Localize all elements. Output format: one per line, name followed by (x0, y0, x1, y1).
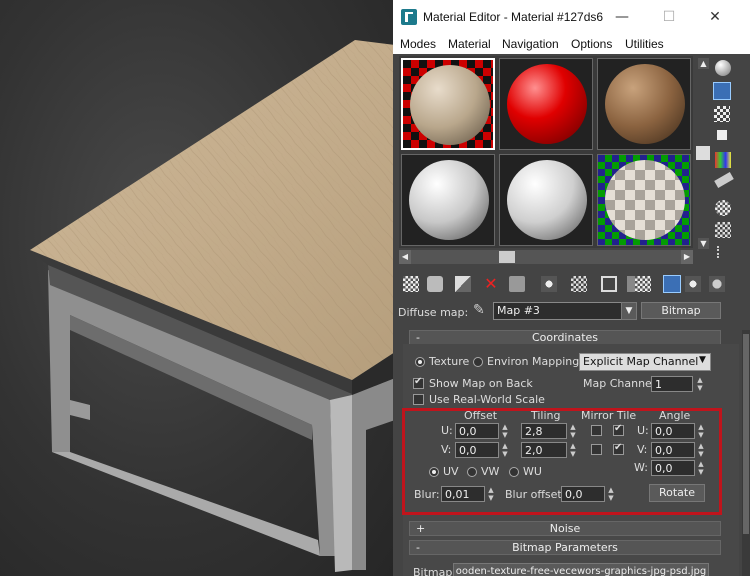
menu-options[interactable]: Options (571, 37, 612, 51)
map-name-dropdown[interactable]: ▼ (621, 302, 637, 320)
scroll-up-icon[interactable]: ▲ (698, 58, 709, 69)
bitmap-parameters-rollout-header[interactable]: - Bitmap Parameters (409, 540, 721, 555)
maximize-button[interactable]: ☐ (647, 4, 691, 30)
menu-bar: Modes Material Navigation Options Utilit… (393, 34, 750, 54)
map-channel-field[interactable]: 1 (651, 376, 693, 392)
mapping-select[interactable]: Explicit Map Channel (579, 353, 711, 371)
material-id-channel-icon[interactable] (571, 276, 587, 292)
scroll-right-icon[interactable]: ▶ (681, 250, 693, 264)
texture-label: Texture (429, 355, 470, 368)
side-toolbar: ▼ ▲ (695, 56, 750, 271)
sample-uv-icon[interactable] (717, 130, 727, 140)
menu-material[interactable]: Material (448, 37, 491, 51)
title-bar[interactable]: Material Editor - Material #127ds6 — ☐ ✕ (393, 0, 750, 34)
scroll-indicator[interactable] (696, 146, 710, 160)
params-scroll-thumb[interactable] (743, 334, 749, 534)
background-icon[interactable] (714, 106, 730, 122)
sample-slot-6[interactable] (597, 154, 691, 246)
bitmap-label: Bitmap: (413, 566, 457, 576)
sketch-sphere (409, 160, 489, 240)
show-map-icon[interactable] (601, 276, 617, 292)
eyedropper-icon[interactable]: ✎ (473, 302, 485, 318)
go-to-parent-icon[interactable] (663, 275, 681, 293)
red-sphere (507, 64, 587, 144)
select-by-material-icon[interactable] (715, 222, 731, 238)
coordinates-title: Coordinates (531, 331, 599, 344)
sample-slot-3[interactable] (597, 58, 691, 150)
go-forward-sibling-icon[interactable] (685, 276, 701, 292)
wood-dark-sphere (605, 64, 685, 144)
highlight-box (402, 408, 722, 515)
menu-navigation[interactable]: Navigation (502, 37, 559, 51)
sample-slot-2[interactable] (499, 58, 593, 150)
coordinates-rollout-header[interactable]: - Coordinates (409, 330, 721, 345)
window-title: Material Editor - Material #127ds6 (423, 10, 604, 24)
show-shaded-icon[interactable] (635, 276, 651, 292)
make-unique-icon[interactable] (509, 276, 525, 292)
sample-slots (399, 56, 693, 248)
noise-title: Noise (549, 522, 581, 535)
put-to-library-icon[interactable] (541, 276, 557, 292)
menu-utilities[interactable]: Utilities (625, 37, 664, 51)
assign-to-selection-icon[interactable] (455, 276, 471, 292)
put-to-scene-icon[interactable] (427, 276, 443, 292)
use-real-world-scale-checkbox[interactable] (413, 394, 424, 405)
params-vertical-scrollbar[interactable] (742, 330, 750, 576)
options-icon[interactable] (715, 200, 731, 216)
texture-radio[interactable] (415, 357, 425, 367)
pick-material-icon[interactable] (709, 276, 725, 292)
environ-label: Environ (487, 355, 529, 368)
backlight-icon[interactable] (713, 82, 731, 100)
wood-light-sphere (410, 65, 490, 145)
pattern-sphere (507, 160, 587, 240)
expand-sign: + (416, 522, 426, 535)
menu-modes[interactable]: Modes (400, 37, 436, 51)
map-type-button[interactable]: Bitmap (641, 302, 721, 319)
sample-type-icon[interactable] (715, 60, 731, 76)
sample-slot-5[interactable] (499, 154, 593, 246)
mapping-label: Mapping: (532, 355, 583, 368)
show-map-on-back-label: Show Map on Back (429, 377, 533, 390)
map-channel-label: Map Channel: (583, 377, 659, 390)
collapse-sign: - (416, 331, 420, 344)
app-icon (401, 9, 417, 25)
sample-slot-1[interactable] (401, 58, 495, 150)
close-button[interactable]: ✕ (693, 4, 737, 30)
bitmap-path-button[interactable]: ooden-texture-free-vecewors-graphics-jpg… (453, 563, 709, 576)
map-channel-spinner[interactable]: ▲ ▼ (696, 376, 704, 392)
make-preview-icon[interactable] (714, 172, 734, 188)
material-toolbar: ✕ (393, 272, 750, 296)
diffuse-map-label: Diffuse map: (398, 306, 469, 319)
minimize-button[interactable]: — (600, 4, 644, 30)
slots-horizontal-scrollbar[interactable]: ◀ ▶ (399, 250, 693, 264)
use-real-world-scale-label: Use Real-World Scale (429, 393, 545, 406)
bitmap-parameters-title: Bitmap Parameters (512, 541, 618, 554)
scroll-thumb[interactable] (499, 251, 515, 263)
scroll-down-icon[interactable]: ▼ (698, 238, 709, 249)
scroll-left-icon[interactable]: ◀ (399, 250, 411, 264)
environ-radio[interactable] (473, 357, 483, 367)
material-map-navigator-icon[interactable] (717, 246, 727, 258)
checker-sphere (605, 160, 685, 240)
chevron-down-icon: ▼ (699, 355, 706, 365)
noise-rollout-header[interactable]: + Noise (409, 521, 721, 536)
viewport[interactable] (0, 0, 395, 576)
collapse-sign: - (416, 541, 420, 554)
table-render (30, 40, 395, 572)
map-name-field[interactable]: Map #3 (493, 302, 637, 320)
reset-map-icon[interactable]: ✕ (483, 276, 499, 292)
get-material-icon[interactable] (403, 276, 419, 292)
video-color-check-icon[interactable] (715, 152, 731, 168)
show-map-on-back-checkbox[interactable] (413, 376, 424, 389)
sample-slot-4[interactable] (401, 154, 495, 246)
